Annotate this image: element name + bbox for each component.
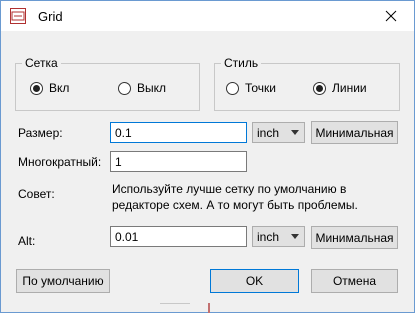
chevron-down-icon — [291, 234, 299, 239]
style-dots-label: Точки — [245, 81, 277, 95]
radio-unchecked-indicator — [118, 81, 131, 95]
radio-checked-indicator — [313, 81, 326, 95]
ok-button-label: OK — [245, 274, 264, 288]
cancel-button-label: Отмена — [332, 274, 377, 288]
close-icon — [385, 10, 397, 22]
close-button[interactable] — [368, 1, 414, 31]
ok-button[interactable]: OK — [210, 269, 299, 293]
radio-checked-indicator — [30, 81, 43, 95]
radio-unchecked-indicator — [226, 81, 239, 95]
window-title: Grid — [38, 9, 63, 24]
multiple-input[interactable] — [110, 151, 247, 172]
alt-unit-select[interactable]: inch — [252, 226, 305, 247]
style-lines-label: Линии — [332, 81, 367, 95]
size-unit-select[interactable]: inch — [252, 122, 305, 143]
alt-label: Alt: — [18, 234, 36, 248]
size-minimal-button[interactable]: Минимальная — [311, 121, 398, 144]
alt-unit-value: inch — [257, 229, 280, 244]
multiple-label: Многократный: — [18, 155, 102, 169]
grid-dialog: Grid Сетка Вкл Выкл Стиль Точки Линии Ра… — [0, 0, 415, 313]
size-input[interactable] — [110, 122, 247, 143]
background-window-edge — [208, 303, 210, 313]
grid-on-label: Вкл — [49, 81, 70, 95]
size-label: Размер: — [18, 126, 63, 140]
background-window-edge — [160, 303, 190, 304]
grid-on-radio[interactable]: Вкл — [30, 81, 69, 95]
hint-label: Совет: — [18, 187, 55, 201]
alt-minimal-label: Минимальная — [315, 230, 394, 245]
grid-off-label: Выкл — [137, 81, 167, 95]
size-minimal-label: Минимальная — [315, 125, 394, 140]
sch-icon — [10, 8, 26, 24]
default-button-label: По умолчанию — [22, 274, 104, 288]
grid-group-legend: Сетка — [22, 56, 61, 70]
title-bar[interactable]: Grid — [1, 1, 414, 31]
cancel-button[interactable]: Отмена — [311, 269, 398, 293]
style-lines-radio[interactable]: Линии — [313, 81, 367, 95]
style-dots-radio[interactable]: Точки — [226, 81, 276, 95]
chevron-down-icon — [291, 130, 299, 135]
alt-minimal-button[interactable]: Минимальная — [311, 226, 398, 249]
grid-off-radio[interactable]: Выкл — [118, 81, 166, 95]
size-unit-value: inch — [257, 125, 280, 140]
style-group-legend: Стиль — [221, 56, 262, 70]
default-button[interactable]: По умолчанию — [16, 269, 110, 293]
hint-text: Используйте лучше сетку по умолчанию в р… — [112, 182, 358, 212]
alt-input[interactable] — [110, 226, 247, 247]
